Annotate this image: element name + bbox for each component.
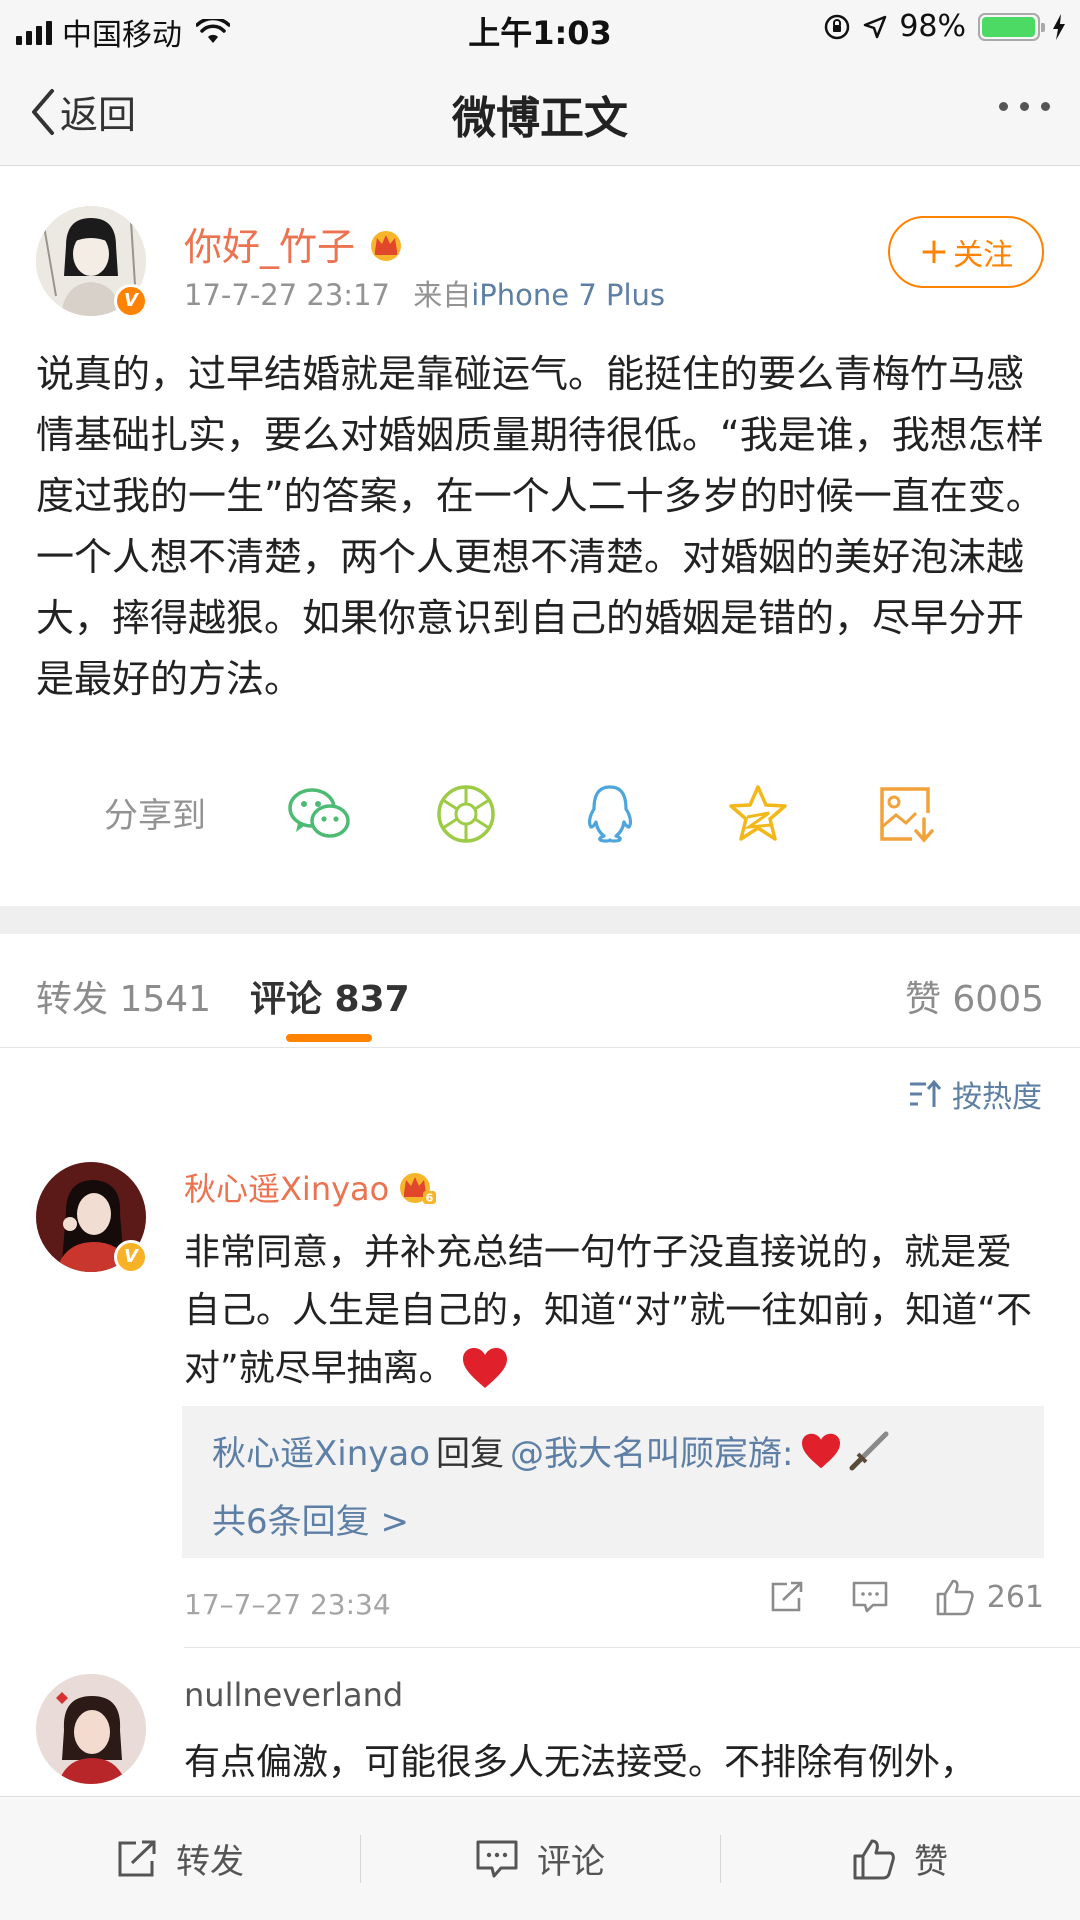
follow-label: 关注 [953, 238, 1014, 273]
wechat-icon[interactable] [280, 774, 360, 854]
author-name-text: 你好_竹子 [184, 225, 356, 269]
nav-bar: 返回 微博正文 [0, 58, 1080, 166]
section-divider [0, 906, 1080, 934]
battery-percent: 98% [899, 9, 966, 44]
comment-like-count: 261 [986, 1579, 1044, 1615]
more-dot-icon [1041, 102, 1050, 111]
sort-icon [910, 1079, 942, 1107]
repost-label: 转发 [176, 1842, 244, 1882]
comment-like-button[interactable]: 261 [935, 1578, 1044, 1616]
commenter-name[interactable]: 秋心遥Xinyao 6 [184, 1164, 437, 1210]
reply-box[interactable]: 秋心遥Xinyao 回复 @我大名叫顾宸旖: 共6条回复 > [182, 1406, 1044, 1558]
share-label: 分享到 [104, 796, 206, 836]
reply-verb: 回复 [436, 1434, 505, 1474]
post-meta: 17-7-27 23:17 来自iPhone 7 Plus [184, 272, 665, 314]
comment-label: 评论 [537, 1842, 605, 1882]
comment-time: 17–7–27 23:34 [184, 1588, 391, 1621]
qzone-icon[interactable] [718, 774, 798, 854]
charging-icon [1053, 13, 1065, 40]
commenter-avatar[interactable]: V [36, 1162, 148, 1274]
more-dot-icon [1020, 102, 1029, 111]
repost-button[interactable]: 转发 [0, 1797, 360, 1920]
commenter-name-text: 秋心遥Xinyao [184, 1170, 390, 1208]
battery-icon [978, 12, 1045, 41]
plus-icon: + [918, 231, 950, 272]
author-avatar[interactable]: V [36, 206, 148, 318]
reply-target[interactable]: @我大名叫顾宸旖: [510, 1426, 793, 1475]
verified-badge-icon: V [114, 1240, 148, 1274]
comment-icon [852, 1581, 888, 1613]
more-dot-icon [999, 102, 1008, 111]
post-tabs: 转发 1541 评论 837 赞 6005 [0, 934, 1080, 1048]
post-source-prefix: 来自 [413, 278, 472, 312]
qq-icon[interactable] [570, 774, 650, 854]
page-title: 微博正文 [452, 93, 628, 144]
red-heart-icon [462, 1348, 507, 1388]
like-label: 赞 [914, 1842, 948, 1882]
moments-icon[interactable] [426, 774, 506, 854]
verified-badge-icon: V [114, 284, 148, 318]
location-icon [864, 15, 887, 38]
sort-button[interactable]: 按热度 [908, 1072, 1042, 1116]
status-right: 98% [823, 9, 1066, 44]
tab-repost[interactable]: 转发 1541 [36, 970, 211, 1022]
share-icon [771, 1581, 803, 1612]
rotation-lock-icon [825, 14, 850, 39]
author-name[interactable]: 你好_竹子 [184, 216, 405, 271]
comment-icon [476, 1840, 518, 1877]
tab-comments[interactable]: 评论 837 [250, 970, 410, 1022]
share-icon [118, 1840, 156, 1876]
share-row: 分享到 [0, 764, 1080, 864]
comment-text: 非常同意，并补充总结一句竹子没直接说的，就是爱自己。人生是自己的，知道“对”就一… [184, 1224, 1044, 1398]
comment-reply-button[interactable] [851, 1580, 889, 1614]
reply-preview: 秋心遥Xinyao 回复 @我大名叫顾宸旖: [212, 1426, 890, 1475]
red-heart-icon [801, 1433, 840, 1468]
vip-crown-icon: 6 [400, 1173, 437, 1205]
comment-separator [184, 1647, 1080, 1648]
status-bar: 中国移动 上午1:03 98% [0, 0, 1080, 58]
comment-item: nullneverland 有点偏激，可能很多人无法接受。不排除有例外， [0, 1672, 1080, 1796]
comment-repost-button[interactable] [769, 1580, 805, 1614]
avatar-image [36, 1674, 146, 1784]
comment-button[interactable]: 评论 [360, 1797, 720, 1920]
follow-button[interactable]: + 关注 [888, 216, 1044, 288]
commenter-name[interactable]: nullneverland [184, 1676, 403, 1714]
like-button[interactable]: 赞 [720, 1797, 1080, 1920]
view-all-replies-link[interactable]: 共6条回复 > [212, 1494, 409, 1543]
thumbs-up-icon [853, 1839, 895, 1879]
post-text: 说真的，过早结婚就是靠碰运气。能挺住的要么青梅竹马感情基础扎实，要么对婚姻质量期… [36, 352, 1044, 701]
comment-actions: 261 [723, 1578, 1044, 1616]
thumbs-up-icon [936, 1579, 974, 1616]
vip-level-text: 6 [426, 1192, 434, 1205]
comment-item: V 秋心遥Xinyao 6 非常同意，并补充总结一句竹子没直接说的，就是爱自己。… [0, 1160, 1080, 1650]
save-image-icon[interactable] [866, 774, 946, 854]
reply-author[interactable]: 秋心遥Xinyao [212, 1426, 430, 1475]
comment-text-body: 非常同意，并补充总结一句竹子没直接说的，就是爱自己。人生是自己的，知道“对”就一… [184, 1232, 1032, 1389]
dagger-icon [849, 1431, 889, 1470]
post-source[interactable]: iPhone 7 Plus [471, 278, 665, 312]
weibo-post: V 你好_竹子 17-7-27 23:17 来自iPhone 7 Plus + … [0, 166, 1080, 906]
sort-label: 按热度 [952, 1080, 1042, 1115]
vip-crown-icon [371, 230, 402, 261]
more-button[interactable] [999, 102, 1050, 111]
commenter-name-text: nullneverland [184, 1676, 404, 1714]
comment-text: 有点偏激，可能很多人无法接受。不排除有例外， [184, 1742, 977, 1783]
commenter-avatar[interactable] [36, 1674, 146, 1784]
bottom-toolbar: 转发 评论 赞 [0, 1796, 1080, 1920]
tab-likes[interactable]: 赞 6005 [905, 970, 1044, 1022]
active-tab-indicator [286, 1034, 372, 1042]
post-time: 17-7-27 23:17 [184, 278, 390, 312]
